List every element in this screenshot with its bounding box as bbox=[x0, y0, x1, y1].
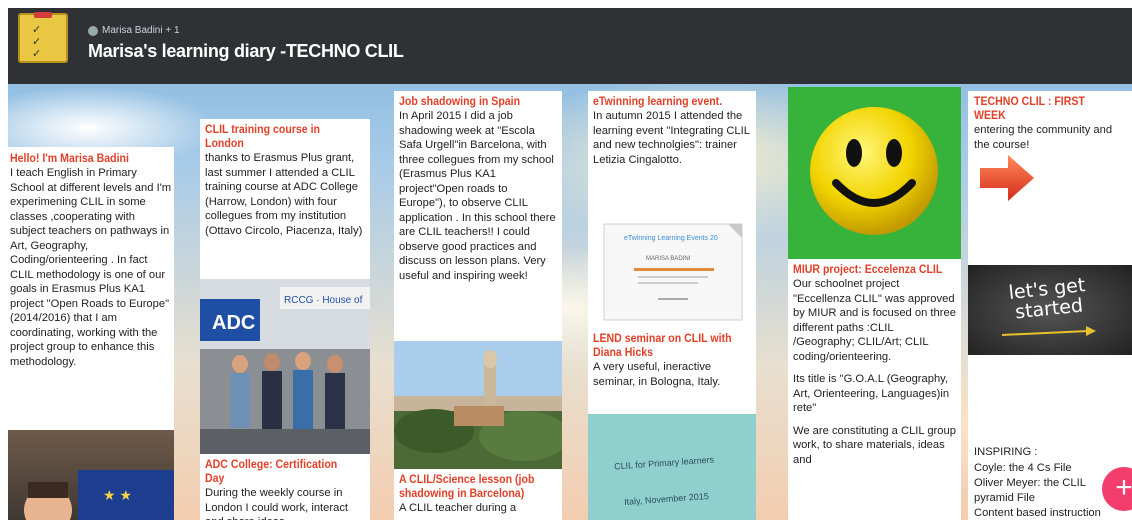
post-card-clil-science[interactable]: A CLIL/Science lesson (job shadowing in … bbox=[394, 469, 562, 520]
post-image-slide[interactable]: CLIL for Primary learners Italy, Novembe… bbox=[588, 414, 756, 520]
svg-text:eTwinning Learning Events 20: eTwinning Learning Events 20 bbox=[624, 235, 718, 242]
post-body: In autumn 2015 I attended the learning e… bbox=[593, 110, 750, 166]
post-body-3: We are constituting a CLIL group work, t… bbox=[793, 424, 956, 466]
post-body: A very useful, ineractive seminar, in Bo… bbox=[593, 361, 721, 388]
barcelona-photo bbox=[394, 341, 562, 469]
post-card-adc-certification[interactable]: ADC College: Certification Day During th… bbox=[200, 454, 370, 520]
post-body: In April 2015 I did a job shadowing week… bbox=[399, 110, 556, 282]
post-card-etwinning[interactable]: eTwinning learning event. In autumn 2015… bbox=[588, 91, 756, 216]
post-title: ADC College: Certification Day bbox=[205, 459, 338, 485]
post-title: MIUR project: Eccelenza CLIL bbox=[793, 264, 943, 276]
post-photo-park-guell[interactable] bbox=[394, 341, 562, 469]
arrow-right-icon bbox=[980, 155, 1034, 201]
padlet-board: ✓ ✓ ✓ Marisa Badini + 1 Marisa's learnin… bbox=[8, 8, 1132, 520]
svg-text:RCCG · House of: RCCG · House of bbox=[284, 295, 363, 306]
post-title: LEND seminar on CLIL with Diana Hicks bbox=[593, 333, 732, 359]
post-title: TECHNO CLIL : FIRST WEEK bbox=[974, 96, 1085, 122]
post-body: Our schoolnet project "Eccellenza CLIL" … bbox=[793, 278, 956, 363]
board-header: ✓ ✓ ✓ Marisa Badini + 1 Marisa's learnin… bbox=[8, 8, 1132, 84]
group-photo: ADC RCCG · House of bbox=[200, 279, 370, 454]
post-body: I teach English in Primary School at dif… bbox=[10, 167, 172, 368]
slide-title: CLIL for Primary learners bbox=[613, 454, 715, 472]
post-body-2: Its title is "G.O.A.L (Geography, Art, O… bbox=[793, 373, 950, 414]
board-author[interactable]: Marisa Badini + 1 bbox=[88, 25, 180, 36]
post-card-clil-london[interactable]: CLIL training course in London thanks to… bbox=[200, 119, 370, 279]
link-meyer[interactable]: Oliver Meyer: the CLIL pyramid File bbox=[974, 476, 1114, 505]
svg-text:★ ★: ★ ★ bbox=[103, 487, 132, 503]
author-avatar bbox=[88, 25, 98, 36]
lets-get-started-image: let's get started bbox=[968, 265, 1132, 355]
post-body: entering the community and the course! bbox=[974, 124, 1113, 151]
link-coyle[interactable]: Coyle: the 4 Cs File bbox=[974, 461, 1072, 476]
link-content-instruction[interactable]: Content based instruction bbox=[974, 506, 1101, 520]
svg-text:ADC: ADC bbox=[212, 312, 255, 334]
post-title: eTwinning learning event. bbox=[593, 96, 723, 108]
certificate-image: eTwinning Learning Events 20 MARISA BADI… bbox=[603, 223, 743, 321]
post-card-job-shadowing[interactable]: Job shadowing in Spain In April 2015 I d… bbox=[394, 91, 562, 341]
post-body: During the weekly course in London I cou… bbox=[205, 487, 349, 520]
post-title: A CLIL/Science lesson (job shadowing in … bbox=[399, 474, 535, 500]
post-body: A CLIL teacher during a bbox=[399, 502, 517, 514]
post-photo-person[interactable]: ★ ★ bbox=[8, 430, 174, 520]
flag-photo: ★ ★ bbox=[24, 470, 174, 520]
post-image-smiley[interactable] bbox=[788, 87, 961, 259]
smiley-icon bbox=[810, 107, 938, 235]
post-image-certificate[interactable]: eTwinning Learning Events 20 MARISA BADI… bbox=[588, 216, 756, 328]
post-card-hello[interactable]: Hello! I'm Marisa Badini I teach English… bbox=[8, 147, 174, 430]
checklist-note-icon: ✓ ✓ ✓ bbox=[18, 12, 68, 63]
svg-text:MARISA BADINI: MARISA BADINI bbox=[646, 256, 691, 262]
post-card-lend-seminar[interactable]: LEND seminar on CLIL with Diana Hicks A … bbox=[588, 328, 756, 414]
post-title: Hello! I'm Marisa Badini bbox=[10, 153, 129, 165]
slide-date: Italy, November 2015 bbox=[623, 491, 710, 507]
post-body: thanks to Erasmus Plus grant, last summe… bbox=[205, 152, 363, 237]
post-card-techno-clil[interactable]: TECHNO CLIL : FIRST WEEK entering the co… bbox=[968, 91, 1132, 520]
post-card-miur-project[interactable]: MIUR project: Eccelenza CLIL Our schooln… bbox=[788, 259, 961, 520]
post-photo-adc-college[interactable]: ADC RCCG · House of bbox=[200, 279, 370, 454]
board-title: Marisa's learning diary -TECHNO CLIL bbox=[88, 41, 404, 61]
post-title: Job shadowing in Spain bbox=[399, 96, 521, 108]
inspiring-label: INSPIRING : bbox=[974, 446, 1038, 458]
post-title: CLIL training course in London bbox=[205, 124, 321, 150]
